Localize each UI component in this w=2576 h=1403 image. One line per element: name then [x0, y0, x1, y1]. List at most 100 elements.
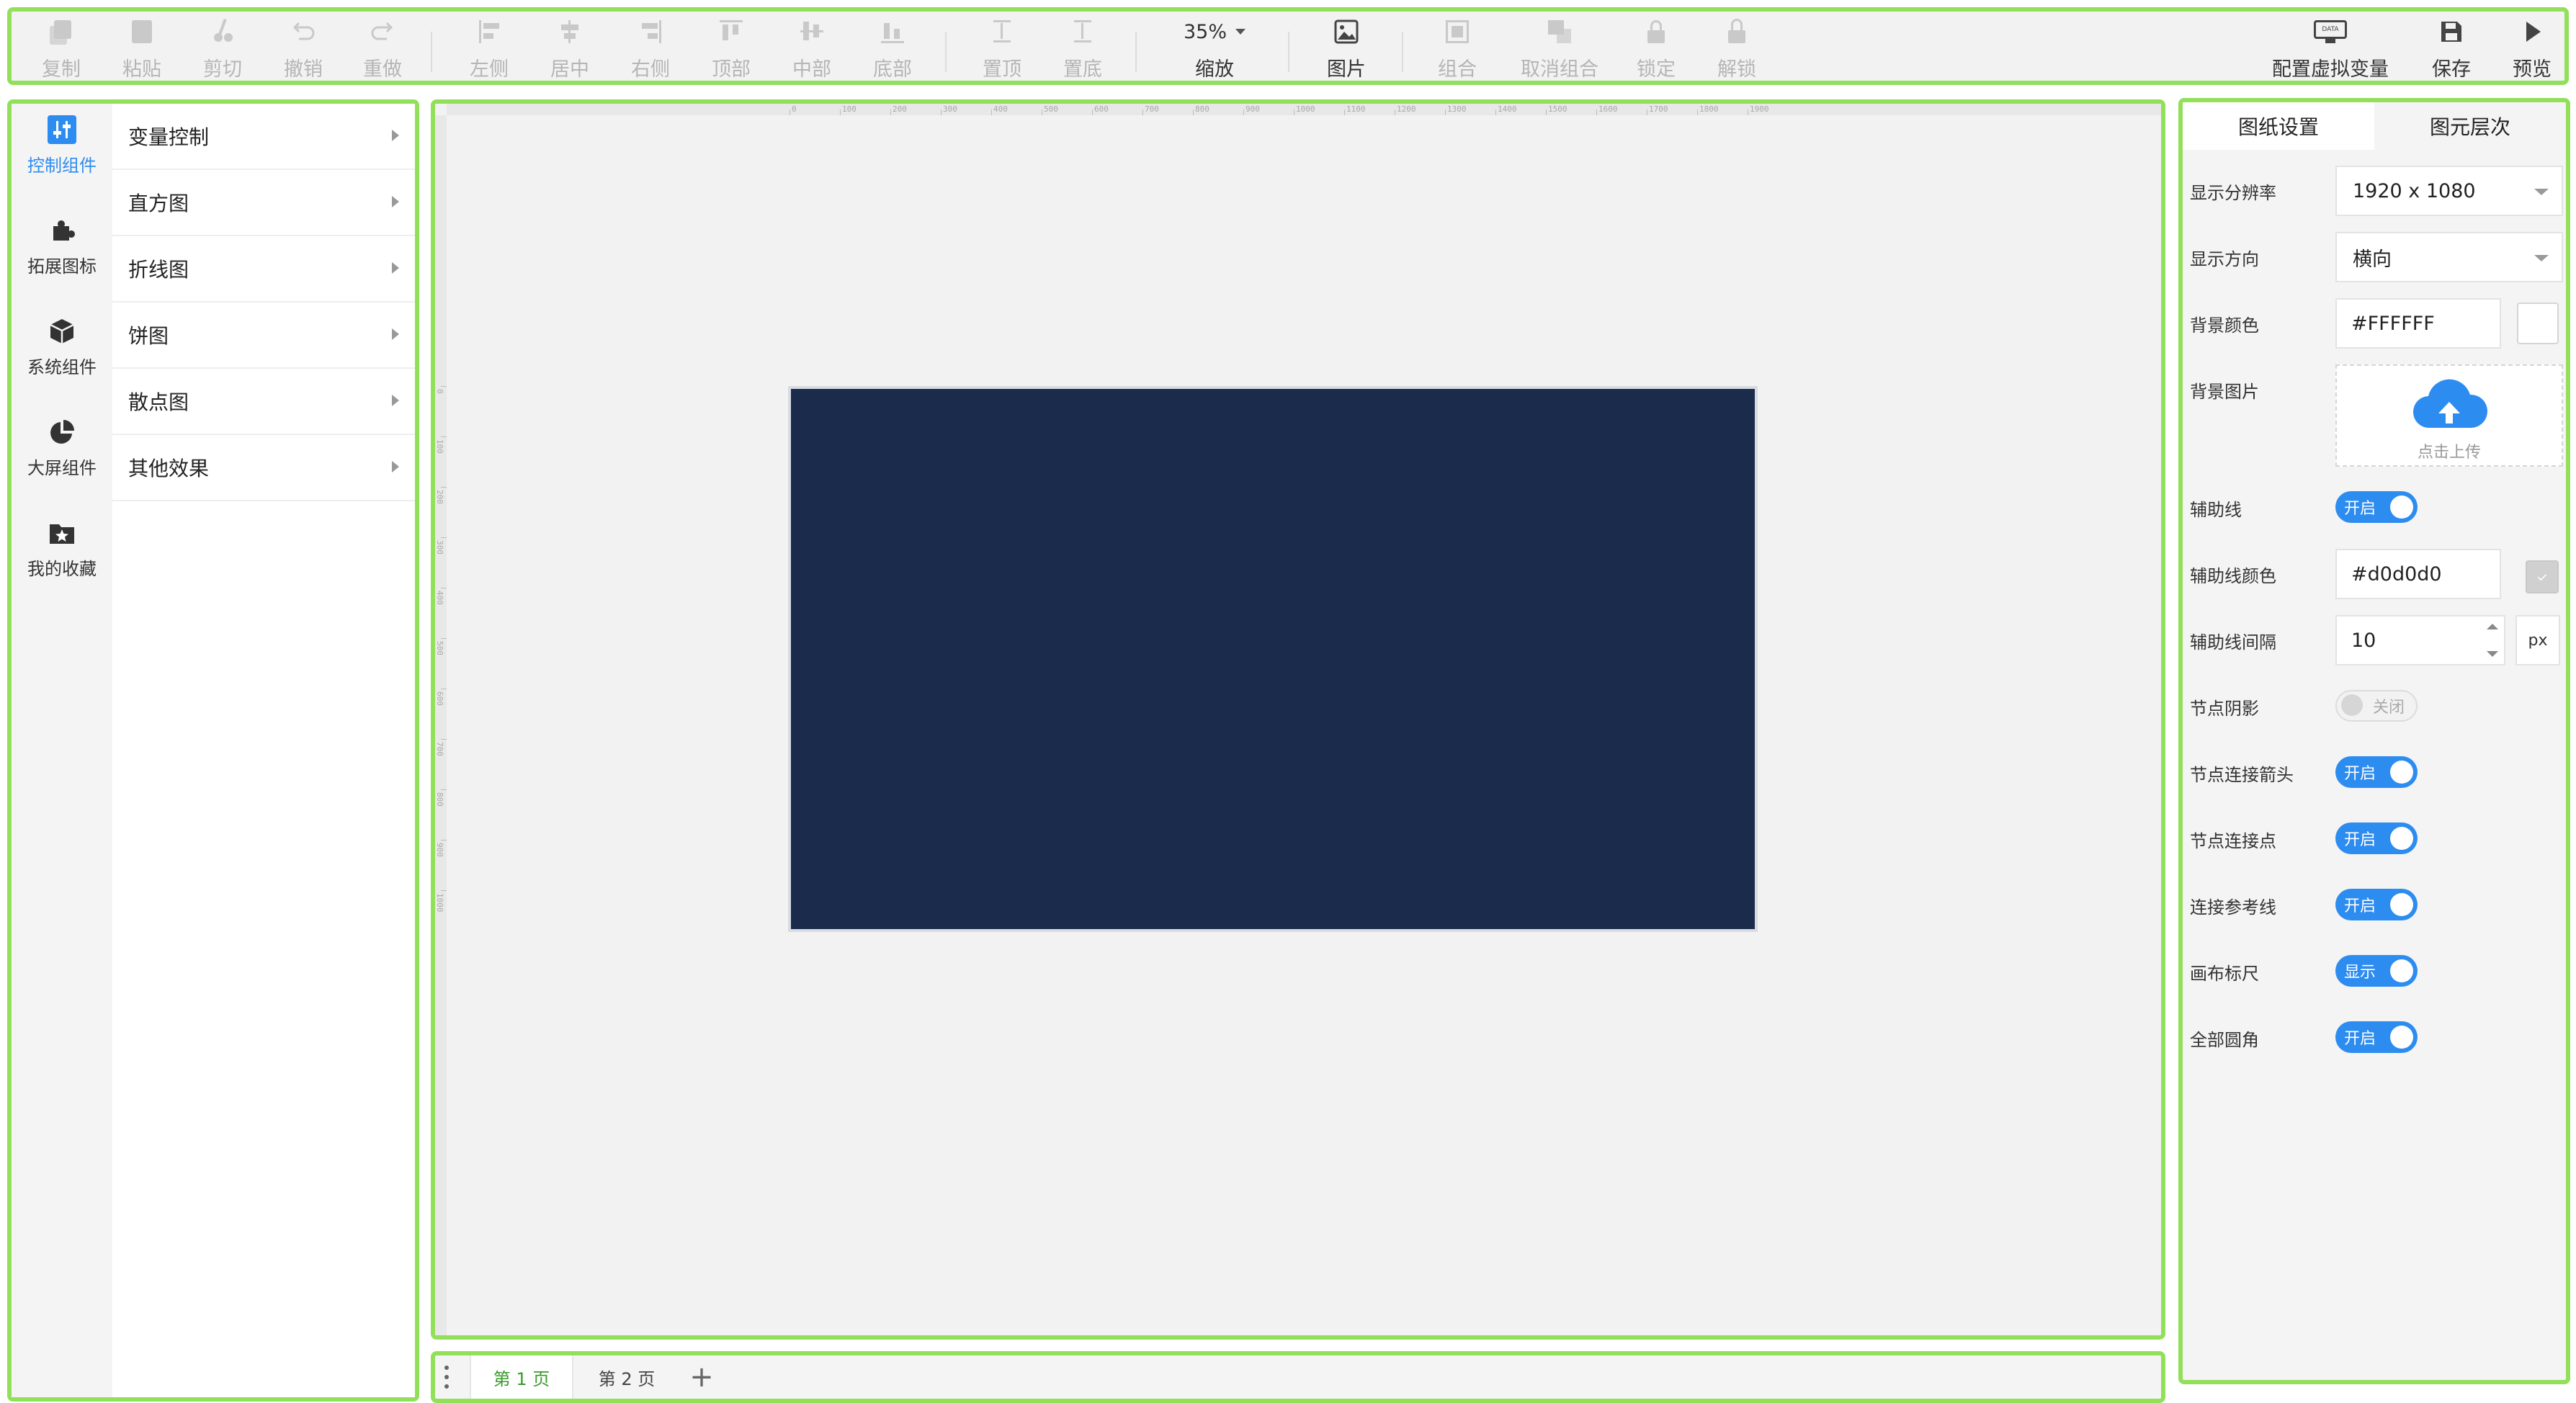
- resolution-select[interactable]: 1920 x 1080: [2335, 166, 2563, 216]
- insert-image-button[interactable]: 图片: [1321, 17, 1372, 84]
- save-button[interactable]: 保存: [2426, 17, 2477, 84]
- rail-item-control-components[interactable]: 控制组件: [12, 104, 112, 190]
- group-label: 组合: [1438, 58, 1477, 81]
- align-right-button[interactable]: 右侧: [625, 17, 676, 84]
- bring-to-top-label: 置顶: [983, 58, 1021, 81]
- properties-panel: 图纸设置 图元层次 显示分辨率 1920 x 1080 显示方向 横向 背景颜色…: [2178, 98, 2570, 1384]
- node-arrow-label: 节点连接箭头: [2190, 765, 2294, 785]
- align-middle-icon: [797, 17, 826, 46]
- ruler-toggle[interactable]: 显示: [2335, 955, 2418, 987]
- orientation-select[interactable]: 横向: [2335, 232, 2563, 282]
- preview-button[interactable]: 预览: [2507, 17, 2557, 84]
- ref-lines-toggle[interactable]: 开启: [2335, 889, 2418, 920]
- paste-button[interactable]: 粘贴: [117, 17, 167, 84]
- add-page-button[interactable]: +: [679, 1355, 725, 1399]
- rounded-toggle[interactable]: 开启: [2335, 1021, 2418, 1053]
- more-vertical-icon[interactable]: [444, 1366, 450, 1389]
- bg-color-value: #FFFFFF: [2351, 312, 2435, 335]
- ruler-label: 画布标尺: [2190, 964, 2259, 984]
- category-other-effects[interactable]: 其他效果: [112, 435, 415, 501]
- undo-button[interactable]: 撤销: [278, 17, 328, 84]
- category-variable-control[interactable]: 变量控制: [112, 104, 415, 170]
- tab-canvas-settings[interactable]: 图纸设置: [2183, 102, 2374, 150]
- toggle-knob: [2390, 827, 2413, 850]
- ruler-tick-label: 900: [435, 843, 444, 857]
- align-left-button[interactable]: 左侧: [464, 17, 514, 84]
- node-points-label: 节点连接点: [2190, 831, 2276, 851]
- caret-up-icon[interactable]: [2487, 624, 2498, 629]
- category-label: 散点图: [128, 390, 189, 414]
- category-scatter-chart[interactable]: 散点图: [112, 369, 415, 435]
- bring-to-top-button[interactable]: 置顶: [977, 17, 1027, 84]
- cube-icon: [48, 317, 76, 346]
- rail-item-system-components[interactable]: 系统组件: [12, 305, 112, 392]
- send-to-bottom-button[interactable]: 置底: [1057, 17, 1108, 84]
- artboard[interactable]: [788, 386, 1758, 932]
- ruler-tick: [441, 386, 447, 387]
- chevron-down-icon: [2534, 189, 2549, 195]
- node-arrow-toggle[interactable]: 开启: [2335, 756, 2418, 788]
- align-center-button[interactable]: 居中: [545, 17, 595, 84]
- ruler-tick-label: 1300: [1447, 104, 1467, 114]
- ungroup-icon: [1545, 17, 1574, 46]
- rail-item-label: 拓展图标: [27, 256, 97, 277]
- canvas-area[interactable]: 0 100 200 300 400 500 600 700 800 900 1000 1100 1200…: [431, 99, 2165, 1340]
- align-center-icon: [555, 17, 584, 46]
- zoom-dropdown[interactable]: 35% 缩放: [1171, 17, 1258, 84]
- bg-color-input[interactable]: #FFFFFF: [2335, 298, 2501, 349]
- data-monitor-icon: DATA: [2311, 17, 2350, 46]
- group-button[interactable]: 组合: [1432, 17, 1482, 84]
- category-pie-chart[interactable]: 饼图: [112, 302, 415, 369]
- guides-label: 辅助线: [2190, 500, 2242, 520]
- play-icon: [2518, 17, 2546, 46]
- align-top-button[interactable]: 顶部: [706, 17, 756, 84]
- page-tab-1[interactable]: 第 1 页: [470, 1355, 573, 1399]
- bg-image-upload[interactable]: 点击上传: [2335, 364, 2563, 467]
- category-histogram[interactable]: 直方图: [112, 170, 415, 236]
- cut-button[interactable]: 剪切: [197, 17, 248, 84]
- toolbar-divider: [1288, 32, 1289, 72]
- chevron-right-icon: [392, 328, 399, 340]
- chevron-right-icon: [392, 196, 399, 207]
- unlock-icon: [1722, 17, 1751, 46]
- align-left-label: 左侧: [470, 58, 509, 81]
- redo-icon: [368, 17, 397, 46]
- guides-toggle[interactable]: 开启: [2335, 491, 2418, 523]
- align-center-label: 居中: [550, 58, 589, 81]
- upload-text: 点击上传: [2417, 444, 2481, 462]
- unlock-label: 解锁: [1717, 58, 1756, 81]
- align-middle-button[interactable]: 中部: [787, 17, 837, 84]
- guide-spacing-stepper[interactable]: 10: [2335, 615, 2505, 665]
- rail-item-label: 系统组件: [27, 357, 97, 377]
- rail-item-extension-icons[interactable]: 拓展图标: [12, 205, 112, 291]
- align-bottom-button[interactable]: 底部: [867, 17, 918, 84]
- node-shadow-toggle[interactable]: 关闭: [2335, 690, 2418, 722]
- lock-button[interactable]: 锁定: [1631, 17, 1681, 84]
- node-points-toggle[interactable]: 开启: [2335, 822, 2418, 854]
- ruler-tick-label: 1700: [1649, 104, 1668, 114]
- guide-color-input[interactable]: #d0d0d0: [2335, 549, 2501, 599]
- align-middle-label: 中部: [792, 58, 831, 81]
- category-line-chart[interactable]: 折线图: [112, 236, 415, 302]
- category-label: 变量控制: [128, 125, 210, 149]
- caret-down-icon[interactable]: [2487, 651, 2498, 657]
- ungroup-button[interactable]: 取消组合: [1513, 17, 1606, 84]
- rail-item-my-favorites[interactable]: 我的收藏: [12, 507, 112, 593]
- ruler-horizontal: 0 100 200 300 400 500 600 700 800 900 1000 1100 1200…: [447, 104, 2161, 115]
- ruler-tick: [1445, 109, 1446, 115]
- page-tab-2[interactable]: 第 2 页: [575, 1355, 679, 1399]
- ruler-tick-label: 700: [1145, 104, 1159, 114]
- redo-button[interactable]: 重做: [357, 17, 408, 84]
- rail-item-dashboard-components[interactable]: 大屏组件: [12, 406, 112, 493]
- ruler-tick: [441, 537, 447, 538]
- copy-button[interactable]: 复制: [36, 17, 86, 84]
- guide-color-swatch[interactable]: [2526, 560, 2559, 593]
- virtual-variables-button[interactable]: DATA 配置虚拟变量: [2262, 17, 2399, 84]
- ruler-tick: [840, 109, 841, 115]
- toggle-knob: [2390, 761, 2413, 784]
- bg-color-swatch[interactable]: [2517, 302, 2559, 344]
- insert-image-label: 图片: [1327, 58, 1366, 81]
- unlock-button[interactable]: 解锁: [1712, 17, 1762, 84]
- tab-layer-hierarchy[interactable]: 图元层次: [2374, 102, 2566, 150]
- ruler-tick-label: 600: [435, 691, 444, 706]
